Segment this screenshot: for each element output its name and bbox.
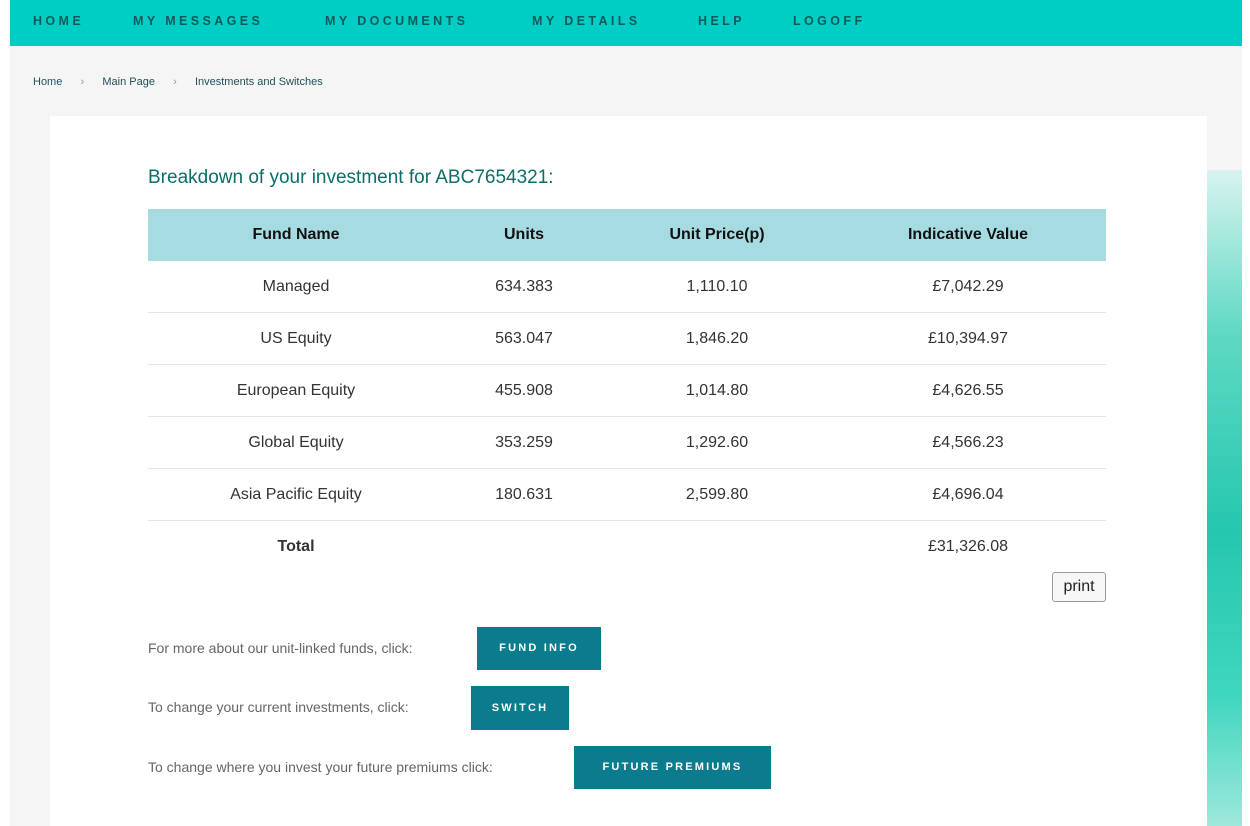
breadcrumb-separator: › (80, 76, 85, 88)
units-cell: 563.047 (444, 312, 604, 365)
fund-info-button[interactable]: FUND INFO (477, 627, 601, 670)
column-header-units: Units (444, 209, 604, 261)
total-value: £31,326.08 (927, 537, 1009, 555)
fund-name-link[interactable]: European Equity (148, 364, 444, 417)
unit-price-cell: 1,292.60 (604, 416, 830, 469)
content-card: Breakdown of your investment for ABC7654… (50, 116, 1207, 826)
nav-help[interactable]: HELP (698, 14, 745, 28)
breadcrumb-main-page[interactable]: Main Page (102, 76, 155, 88)
fund-name-link[interactable]: Global Equity (148, 416, 444, 469)
fund-name-link[interactable]: US Equity (148, 312, 444, 365)
fund-name-link[interactable]: Asia Pacific Equity (148, 468, 444, 521)
units-cell: 353.259 (444, 416, 604, 469)
column-header-unit-price: Unit Price(p) (604, 209, 830, 261)
table-row: Asia Pacific Equity 180.631 2,599.80 £4,… (148, 468, 1106, 521)
switch-prompt: To change your current investments, clic… (148, 699, 409, 715)
breadcrumb-investments-and-switches[interactable]: Investments and Switches (195, 76, 323, 88)
table-row: Global Equity 353.259 1,292.60 £4,566.23 (148, 416, 1106, 469)
empty-cell (444, 521, 604, 573)
column-header-indicative-value: Indicative Value (830, 209, 1106, 261)
unit-price-cell: 1,110.10 (604, 261, 830, 313)
nav-home[interactable]: HOME (33, 14, 84, 28)
future-premiums-prompt: To change where you invest your future p… (148, 759, 493, 775)
units-cell: 180.631 (444, 468, 604, 521)
total-label: Total (277, 537, 315, 555)
nav-logoff[interactable]: LOGOFF (793, 14, 865, 28)
indicative-value-cell: £4,696.04 (830, 468, 1106, 521)
page-title: Breakdown of your investment for ABC7654… (148, 167, 554, 188)
decorative-side-graphic (1206, 170, 1242, 826)
units-cell: 455.908 (444, 364, 604, 417)
switch-button[interactable]: SWITCH (471, 686, 569, 730)
investment-breakdown-table: Fund Name Units Unit Price(p) Indicative… (148, 209, 1106, 572)
indicative-value-cell: £7,042.29 (830, 261, 1106, 313)
browser-window: HOME MY MESSAGES MY DOCUMENTS MY DETAILS… (10, 0, 1242, 826)
future-premiums-button[interactable]: FUTURE PREMIUMS (574, 746, 771, 789)
unit-price-cell: 1,014.80 (604, 364, 830, 417)
unit-price-cell: 2,599.80 (604, 468, 830, 521)
breadcrumb-separator: › (173, 76, 177, 88)
fund-name-link[interactable]: Managed (148, 261, 444, 313)
nav-my-details[interactable]: MY DETAILS (532, 14, 641, 28)
indicative-value-cell: £10,394.97 (830, 312, 1106, 365)
unit-price-cell: 1,846.20 (604, 312, 830, 365)
empty-cell (604, 521, 830, 573)
table-header-row: Fund Name Units Unit Price(p) Indicative… (148, 209, 1106, 261)
nav-my-documents[interactable]: MY DOCUMENTS (325, 14, 468, 28)
table-row: US Equity 563.047 1,846.20 £10,394.97 (148, 312, 1106, 365)
units-cell: 634.383 (444, 261, 604, 313)
print-button[interactable]: print (1052, 572, 1106, 602)
breadcrumb: Home › Main Page › Investments and Switches (33, 76, 323, 88)
table-row: European Equity 455.908 1,014.80 £4,626.… (148, 364, 1106, 417)
total-row: Total £31,326.08 (148, 521, 1106, 573)
indicative-value-cell: £4,626.55 (830, 364, 1106, 417)
nav-my-messages[interactable]: MY MESSAGES (133, 14, 263, 28)
fund-info-prompt: For more about our unit-linked funds, cl… (148, 640, 413, 656)
top-navigation-bar: HOME MY MESSAGES MY DOCUMENTS MY DETAILS… (10, 0, 1242, 46)
breadcrumb-home[interactable]: Home (33, 76, 62, 88)
column-header-fund-name: Fund Name (148, 209, 444, 261)
table-row: Managed 634.383 1,110.10 £7,042.29 (148, 261, 1106, 313)
indicative-value-cell: £4,566.23 (830, 416, 1106, 469)
